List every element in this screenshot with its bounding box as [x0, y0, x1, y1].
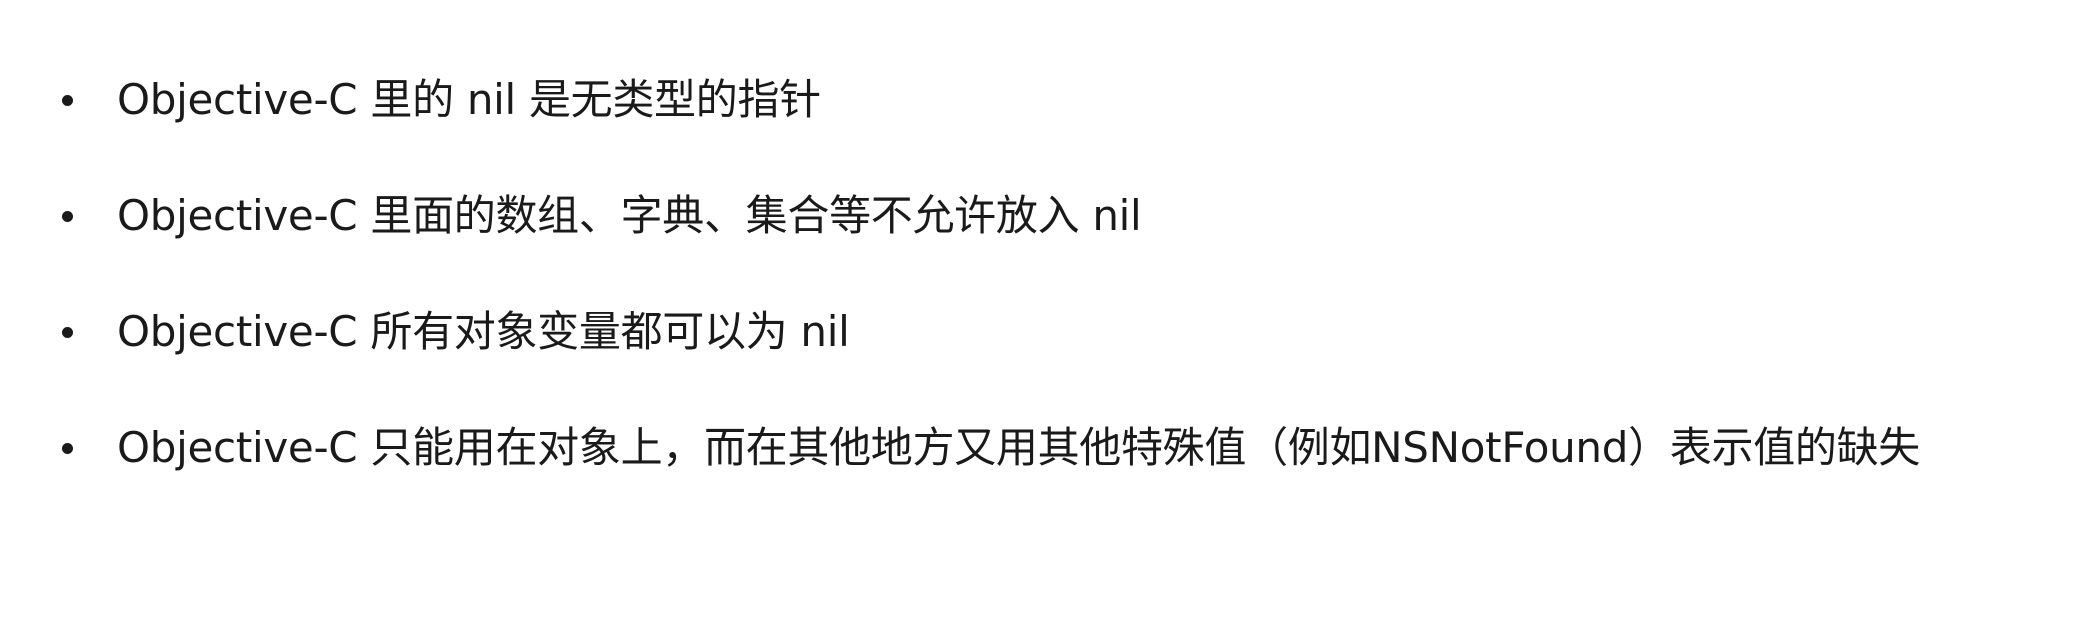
list-item: Objective-C 里的 nil 是无类型的指针	[62, 70, 1920, 186]
bullet-text: Objective-C 只能用在对象上，而在其他地方又用其他特殊值（例如NSNo…	[117, 423, 1921, 472]
bullet-text: Objective-C 所有对象变量都可以为 nil	[117, 307, 850, 356]
list-item: Objective-C 只能用在对象上，而在其他地方又用其他特殊值（例如NSNo…	[62, 418, 1920, 534]
bullet-text: Objective-C 里面的数组、字典、集合等不允许放入 nil	[117, 191, 1142, 240]
bullet-list: Objective-C 里的 nil 是无类型的指针 Objective-C 里…	[62, 70, 1920, 534]
bullet-dot-icon	[62, 95, 73, 106]
list-item: Objective-C 里面的数组、字典、集合等不允许放入 nil	[62, 186, 1920, 302]
slide: Objective-C 里的 nil 是无类型的指针 Objective-C 里…	[0, 0, 2094, 636]
bullet-dot-icon	[62, 211, 73, 222]
bullet-text: Objective-C 里的 nil 是无类型的指针	[117, 75, 821, 124]
list-item: Objective-C 所有对象变量都可以为 nil	[62, 302, 1920, 418]
bullet-dot-icon	[62, 327, 73, 338]
bullet-dot-icon	[62, 443, 73, 454]
